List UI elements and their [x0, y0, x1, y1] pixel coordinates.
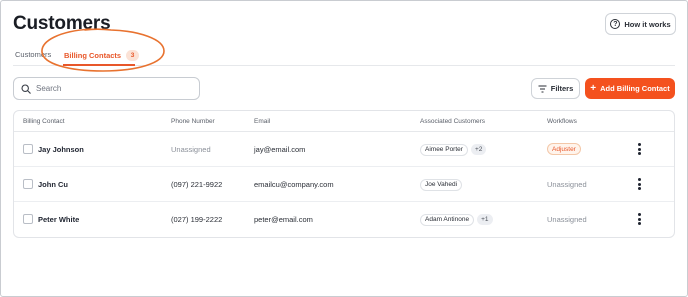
search-input[interactable]: [36, 84, 186, 93]
column-header-workflows: Workflows: [547, 118, 577, 125]
page-title: Customers: [13, 13, 111, 34]
filters-button[interactable]: Filters: [531, 78, 580, 99]
associated-customers: Joe Vahedi: [420, 178, 463, 191]
customer-chip[interactable]: Joe Vahedi: [420, 178, 463, 191]
filter-icon: [538, 85, 547, 92]
filters-label: Filters: [550, 84, 574, 93]
column-header-associated-customers: Associated Customers: [420, 118, 486, 125]
contact-name: John Cu: [38, 180, 68, 189]
customer-chip[interactable]: Aimee Porter: [420, 143, 468, 156]
row-checkbox[interactable]: [23, 214, 33, 224]
more-customers-badge[interactable]: +2: [470, 144, 487, 155]
app-window: Customers ? How it works Customers Billi…: [0, 0, 688, 297]
contact-name: Peter White: [38, 215, 80, 224]
billing-contacts-table: Billing Contact Phone Number Email Assoc…: [13, 110, 675, 238]
add-billing-contact-button[interactable]: + Add Billing Contact: [585, 78, 675, 99]
column-header-email: Email: [254, 118, 271, 125]
phone-number: (027) 199-2222: [171, 215, 223, 224]
plus-icon: +: [590, 82, 597, 94]
search-icon: [21, 83, 31, 94]
workflow-value: Unassigned: [547, 180, 587, 189]
how-it-works-label: How it works: [624, 19, 671, 29]
phone-number: Unassigned: [171, 145, 211, 154]
tab-billing-contacts-label: Billing Contacts: [64, 51, 122, 60]
table-header: Billing Contact Phone Number Email Assoc…: [14, 111, 674, 132]
tab-count-badge: 3: [126, 50, 140, 61]
table-row[interactable]: Peter White (027) 199-2222 peter@email.c…: [14, 202, 674, 237]
search-field[interactable]: [13, 77, 200, 100]
row-checkbox[interactable]: [23, 179, 33, 189]
more-actions-icon[interactable]: [638, 213, 641, 225]
workflow-badge: Adjuster: [547, 143, 581, 155]
email: peter@email.com: [254, 215, 313, 224]
more-actions-icon[interactable]: [638, 178, 641, 190]
more-customers-badge[interactable]: +1: [477, 214, 493, 225]
associated-customers: Adam Antinone +1: [420, 213, 493, 226]
email: jay@email.com: [254, 145, 306, 154]
phone-number: (097) 221-9922: [171, 180, 223, 189]
contact-name: Jay Johnson: [38, 145, 84, 154]
tab-bar: Customers Billing Contacts 3: [13, 45, 675, 66]
question-circle-icon: ?: [610, 19, 621, 29]
workflow-value: Unassigned: [547, 215, 587, 224]
tab-billing-contacts[interactable]: Billing Contacts 3: [64, 50, 140, 61]
tab-customers[interactable]: Customers: [15, 50, 51, 59]
email: emailcu@company.com: [254, 180, 334, 189]
more-actions-icon[interactable]: [638, 143, 641, 155]
active-tab-indicator: [63, 64, 135, 66]
add-billing-contact-label: Add Billing Contact: [600, 84, 670, 93]
tab-customers-label: Customers: [15, 50, 52, 59]
column-header-billing-contact: Billing Contact: [23, 118, 65, 125]
customer-chip[interactable]: Adam Antinone: [420, 213, 475, 226]
associated-customers: Aimee Porter +2: [420, 143, 487, 156]
column-header-phone-number: Phone Number: [171, 118, 215, 125]
row-checkbox[interactable]: [23, 144, 33, 154]
how-it-works-button[interactable]: ? How it works: [605, 13, 676, 35]
table-row[interactable]: John Cu (097) 221-9922 emailcu@company.c…: [14, 167, 674, 202]
table-row[interactable]: Jay Johnson Unassigned jay@email.com Aim…: [14, 132, 674, 167]
